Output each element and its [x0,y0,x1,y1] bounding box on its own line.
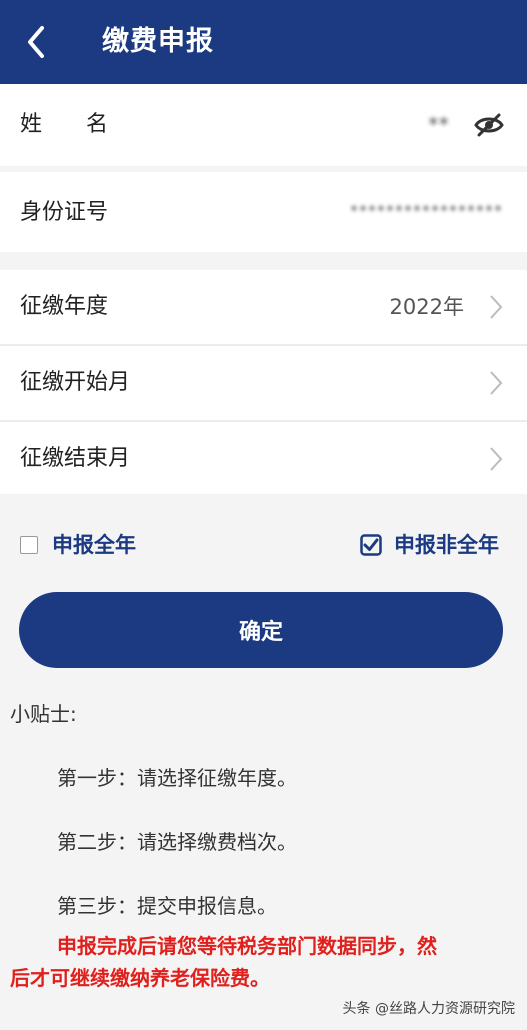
tip-step-3: 第三步：提交申报信息。 [57,894,277,918]
confirm-button[interactable]: 确定 [19,592,503,668]
tip-step-1: 第一步：请选择征缴年度。 [57,766,297,790]
year-row[interactable]: 征缴年度 2022年 [0,270,527,344]
checkbox-checked-icon[interactable] [360,534,382,556]
back-button[interactable] [22,24,52,60]
id-number-row: 身份证号 ***************** [0,172,527,252]
tip-step-2: 第二步：请选择缴费档次。 [57,830,297,854]
end-month-label: 征缴结束月 [20,446,131,471]
year-value: 2022年 [389,295,464,319]
chevron-left-icon [28,26,44,58]
warning-line-2: 后才可继续缴纳养老保险费。 [10,966,270,990]
name-row: 姓 名 ** [0,84,527,166]
watermark: 头条 @丝路人力资源研究院 [342,1001,515,1017]
name-label: 姓 名 [20,112,109,137]
start-month-label: 征缴开始月 [20,370,131,395]
chevron-right-icon [490,447,503,471]
name-value: ** [428,113,449,137]
end-month-row[interactable]: 征缴结束月 [0,422,527,494]
full-year-label: 申报全年 [52,533,136,557]
start-month-row[interactable]: 征缴开始月 [0,346,527,420]
eye-off-icon[interactable] [473,111,505,139]
year-label: 征缴年度 [20,294,109,319]
partial-year-label: 申报非全年 [394,533,499,557]
id-number-value: ***************** [350,201,503,220]
warning-line-1: 申报完成后请您等待税务部门数据同步，然 [57,934,437,958]
page-title: 缴费申报 [102,26,214,57]
partial-year-option[interactable]: 申报非全年 [360,530,499,560]
id-number-label: 身份证号 [20,200,109,225]
top-bar: 缴费申报 [0,0,527,84]
full-year-option[interactable]: 申报全年 [20,530,136,560]
tips-title: 小贴士: [10,702,77,726]
chevron-right-icon [490,295,503,319]
full-year-checkbox[interactable] [20,536,38,554]
chevron-right-icon [490,371,503,395]
